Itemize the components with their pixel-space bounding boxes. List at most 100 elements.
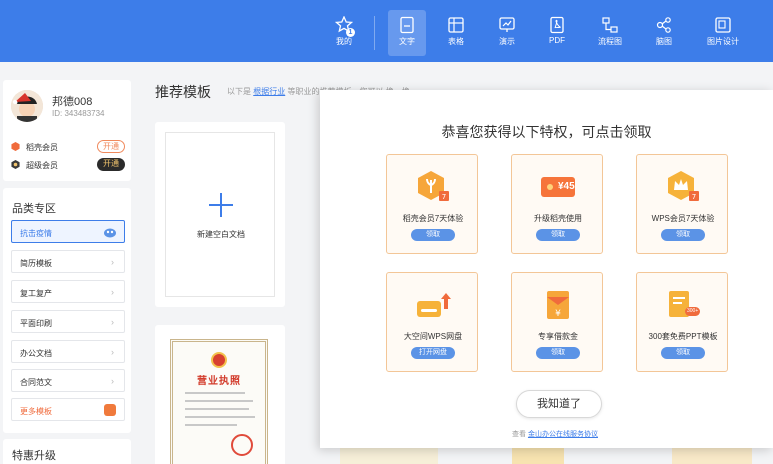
perk-label: 专享借款金: [538, 332, 578, 341]
wheat-hexagon-icon: 7: [418, 171, 449, 201]
notification-badge: 1: [346, 28, 355, 37]
category-item-office-docs[interactable]: 办公文档 ›: [11, 340, 125, 363]
nav-label: 表格: [448, 37, 464, 46]
nav-writer[interactable]: 文字: [388, 10, 426, 56]
template-thumbnail-partial[interactable]: [672, 446, 752, 464]
text-line: [185, 400, 253, 402]
docer-vip-icon: [11, 142, 20, 151]
claim-button[interactable]: 领取: [661, 229, 705, 241]
category-label: 抗击疫情: [20, 229, 52, 238]
claim-button[interactable]: 领取: [661, 347, 705, 359]
red-envelope-icon: ¥: [547, 291, 569, 319]
template-card-business-license[interactable]: 营业执照: [155, 325, 285, 464]
promo-card: 特惠升级: [3, 439, 131, 464]
category-panel: 品类专区 抗击疫情 简历模板 › 复工复产 › 平面印刷 › 办公文档 › 合同…: [3, 188, 131, 433]
nav-spreadsheet[interactable]: 表格: [437, 10, 475, 56]
avatar-image: [11, 90, 43, 122]
membership-row-docer: 稻壳会员 开通: [11, 140, 125, 154]
perk-card-ppt-templates[interactable]: 300+ 300套免费PPT模板 领取: [636, 272, 728, 372]
chevron-right-icon: ›: [111, 376, 114, 386]
membership-label: 稻壳会员: [26, 143, 58, 152]
document-icon: [400, 16, 414, 34]
top-nav-bar: 1 我的 文字 表格 演示 PDF 流程图 脑图 图片设计: [0, 0, 773, 62]
category-label: 办公文档: [20, 349, 52, 358]
nav-image-design[interactable]: 图片设计: [702, 10, 744, 56]
chevron-right-icon: ›: [111, 257, 114, 267]
new-blank-document-card[interactable]: 新建空白文档: [155, 122, 285, 307]
template-thumbnail-partial[interactable]: [340, 446, 438, 464]
text-line: [185, 392, 245, 394]
claim-button[interactable]: 领取: [536, 347, 580, 359]
text-line: [185, 424, 237, 426]
svg-text:¥: ¥: [555, 309, 561, 319]
category-item-epidemic[interactable]: 抗击疫情: [11, 220, 125, 243]
image-design-icon: [715, 17, 731, 33]
nav-label: 图片设计: [707, 37, 739, 46]
category-label: 平面印刷: [20, 319, 52, 328]
dialog-footer: 查看 金山办公在线服务协议: [512, 429, 598, 439]
nav-divider: [374, 16, 375, 50]
perk-label: 稻壳会员7天体验: [402, 214, 464, 223]
page-title: 推荐模板: [155, 84, 211, 100]
template-thumbnail-partial[interactable]: [512, 446, 564, 464]
license-title: 营业执照: [197, 376, 241, 387]
nav-mindmap[interactable]: 脑图: [645, 10, 683, 56]
activate-super-button[interactable]: 开通: [97, 158, 125, 171]
chevron-right-icon: ›: [111, 287, 114, 297]
category-item-resume-work[interactable]: 复工复产 ›: [11, 280, 125, 303]
nav-label: 脑图: [656, 37, 672, 46]
nav-label: 我的: [336, 37, 352, 46]
mascot-icon: [104, 228, 116, 238]
membership-row-super: 超级会员 开通: [11, 158, 125, 172]
ppt-templates-icon: [669, 291, 700, 317]
category-title: 品类专区: [12, 203, 56, 215]
perk-card-docer-upgrade[interactable]: ¥45 升级稻壳使用 领取: [511, 154, 603, 254]
category-item-print[interactable]: 平面印刷 ›: [11, 310, 125, 333]
nav-my[interactable]: 1 我的: [325, 10, 363, 56]
mindmap-icon: [656, 17, 671, 33]
nav-label: 文字: [399, 37, 415, 46]
activate-docer-button[interactable]: 开通: [97, 140, 125, 153]
nav-flowchart[interactable]: 流程图: [591, 10, 629, 56]
hot-badge-icon: [104, 404, 116, 416]
table-icon: [448, 17, 464, 33]
business-license-thumbnail: 营业执照: [170, 339, 268, 464]
super-vip-icon: [11, 160, 20, 169]
category-item-more[interactable]: 更多模板: [11, 398, 125, 421]
chevron-right-icon: ›: [111, 317, 114, 327]
perk-label: 大空间WPS网盘: [403, 332, 463, 341]
perk-card-loan[interactable]: ¥ 专享借款金 领取: [511, 272, 603, 372]
perk-label: 升级稻壳使用: [534, 214, 582, 223]
coupon-value: ¥45: [558, 181, 575, 192]
claim-button[interactable]: 领取: [411, 229, 455, 241]
nav-label: 演示: [499, 37, 515, 46]
text-line: [185, 416, 255, 418]
claim-button[interactable]: 领取: [536, 229, 580, 241]
perk-label: WPS会员7天体验: [651, 214, 715, 223]
category-label: 更多模板: [20, 407, 52, 416]
blank-document-thumbnail: 新建空白文档: [165, 132, 275, 297]
membership-label: 超级会员: [26, 161, 58, 170]
service-agreement-link[interactable]: 金山办公在线服务协议: [528, 431, 598, 438]
cloud-drive-icon: [417, 293, 451, 317]
category-item-contracts[interactable]: 合同范文 ›: [11, 369, 125, 392]
crown-hexagon-icon: 7: [668, 171, 699, 201]
perk-card-cloud-drive[interactable]: 大空间WPS网盘 打开网盘: [386, 272, 478, 372]
got-it-button[interactable]: 我知道了: [516, 390, 602, 418]
nav-label: PDF: [549, 36, 565, 45]
nav-pdf[interactable]: PDF: [538, 10, 576, 56]
perk-card-wps-trial[interactable]: 7 WPS会员7天体验 领取: [636, 154, 728, 254]
footer-text: 查看: [512, 431, 526, 438]
perk-card-docer-trial[interactable]: 7 稻壳会员7天体验 领取: [386, 154, 478, 254]
dialog-title: 恭喜您获得以下特权，可点击领取: [441, 124, 652, 140]
ppt-count-badge: 300+: [687, 308, 699, 314]
category-item-resume[interactable]: 简历模板 ›: [11, 250, 125, 273]
national-emblem-icon: [211, 352, 227, 368]
open-drive-button[interactable]: 打开网盘: [411, 347, 455, 359]
avatar[interactable]: [11, 90, 43, 122]
promo-title: 特惠升级: [12, 450, 56, 462]
nav-presentation[interactable]: 演示: [488, 10, 526, 56]
presentation-icon: [499, 17, 515, 32]
industry-link[interactable]: 根据行业: [253, 87, 285, 96]
category-label: 简历模板: [20, 259, 52, 268]
